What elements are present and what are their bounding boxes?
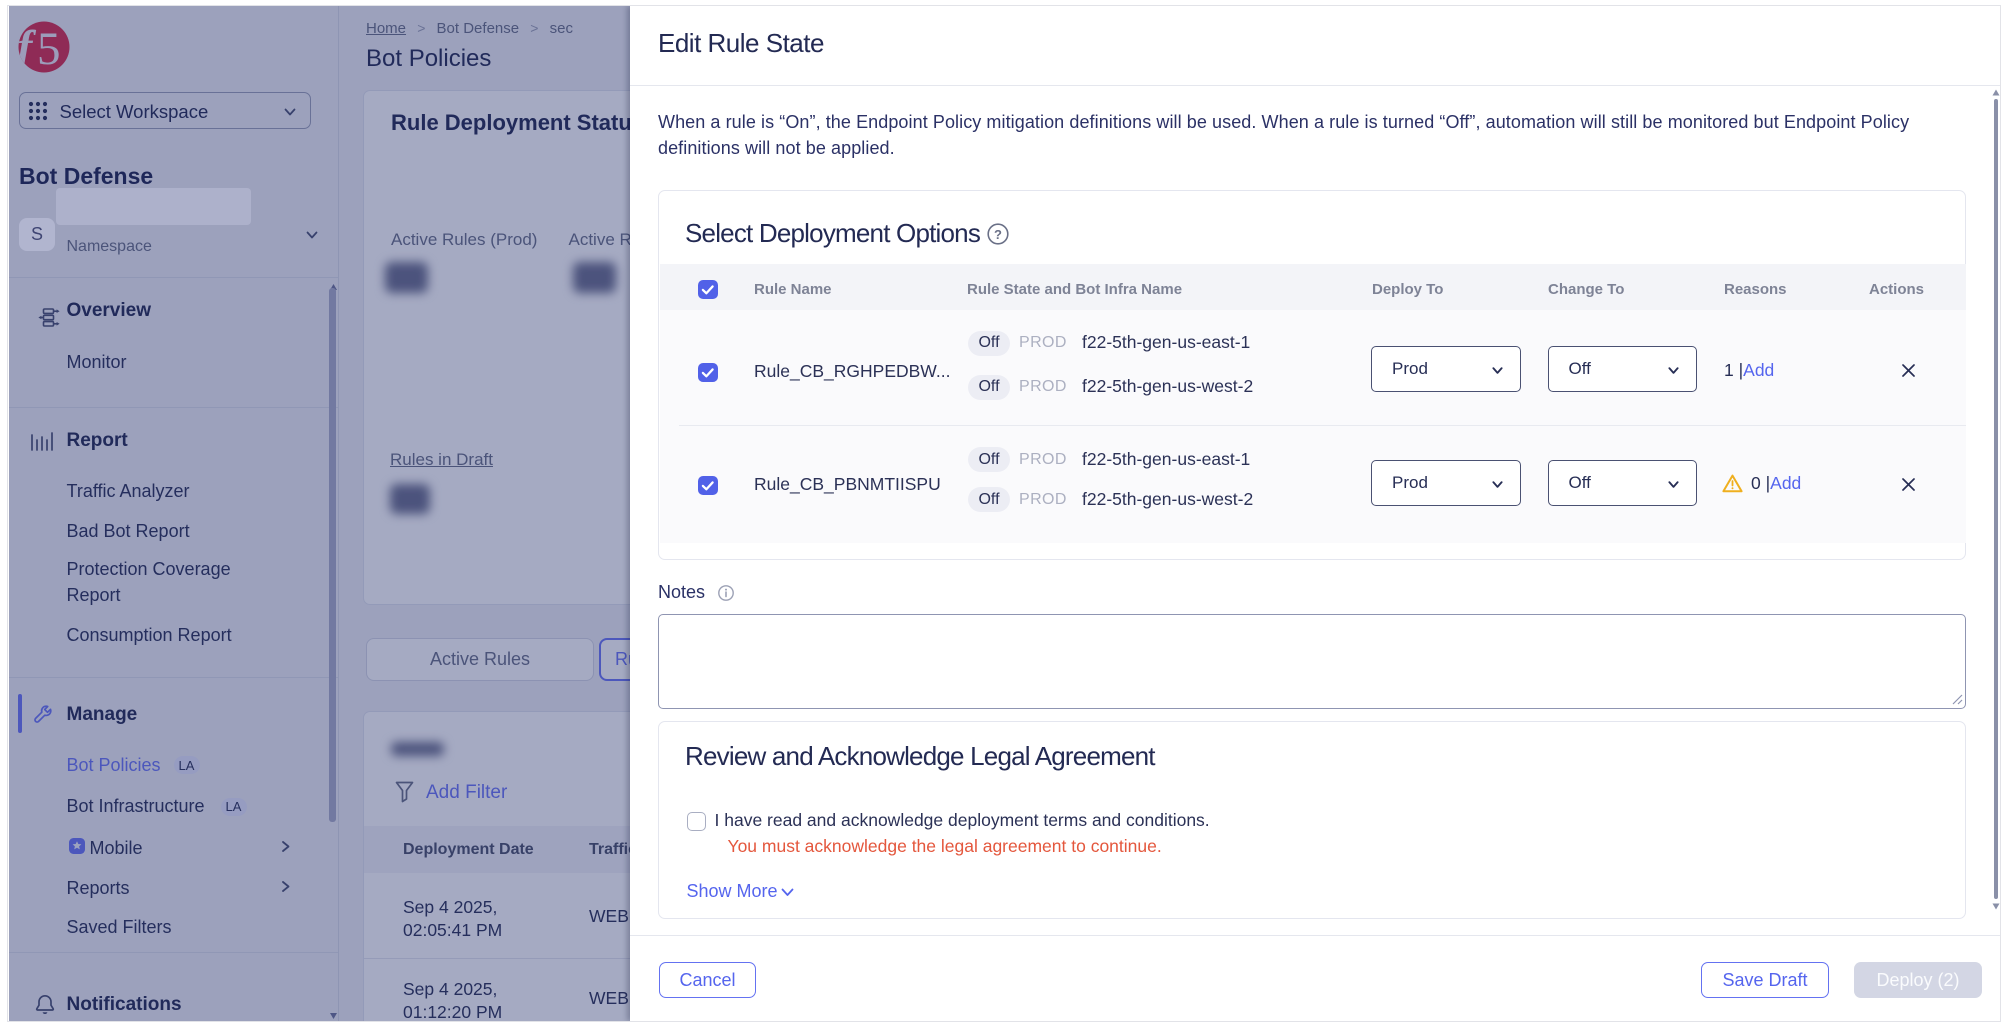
svg-text:?: ? — [994, 227, 1002, 242]
